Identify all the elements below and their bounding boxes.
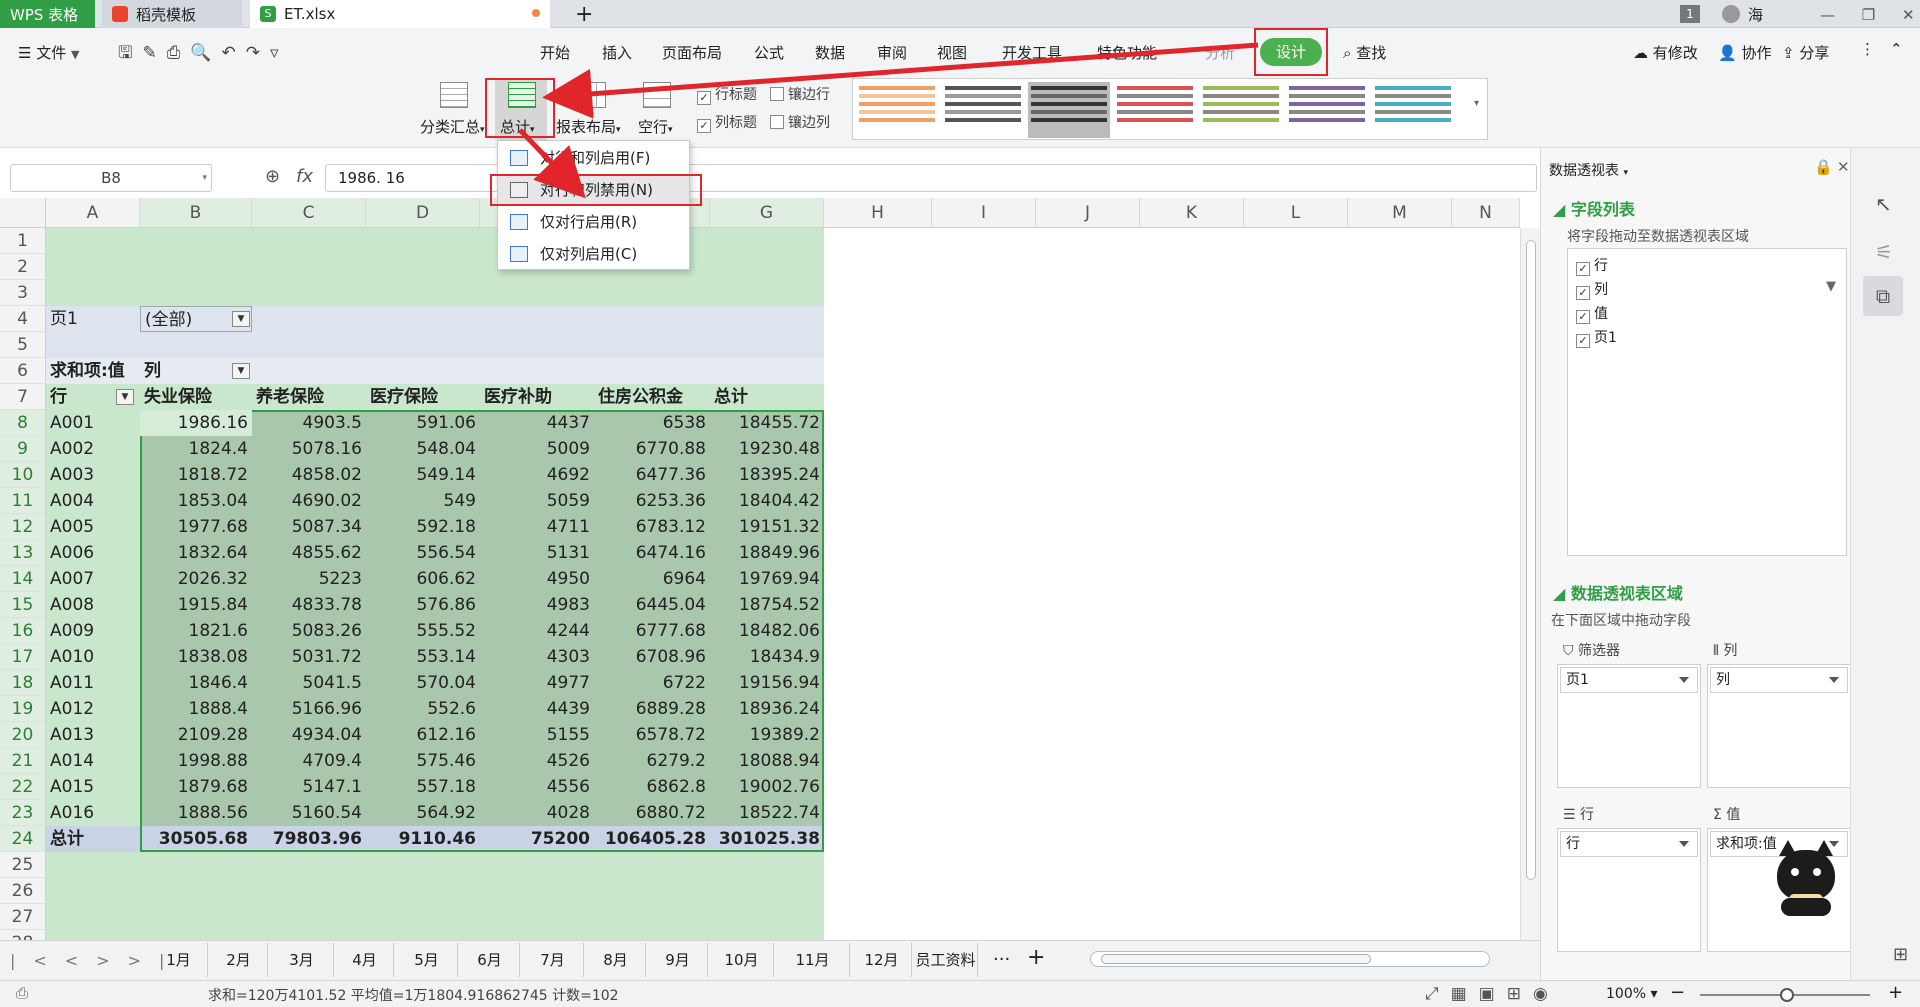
page-view-icon[interactable]: ▣ (1479, 984, 1507, 1004)
row-area-label: ☰ 行 (1563, 804, 1594, 824)
normal-view-icon[interactable]: ▦ (1451, 984, 1479, 1004)
sheet-tab[interactable]: 8月 (586, 943, 646, 977)
arrow-design-to-total (542, 42, 1259, 119)
field-item-row[interactable]: ✓ 行 (1576, 255, 1608, 276)
field-item-col[interactable]: ✓ 列 (1576, 279, 1608, 300)
mascot-cat[interactable] (1771, 836, 1841, 916)
field-name: 页1 (1594, 330, 1617, 346)
area-heading: ◢ 数据透视表区域 (1553, 584, 1683, 603)
field-name: 值 (1594, 306, 1608, 322)
filter-icon[interactable]: ▼ (1826, 279, 1836, 294)
field-name: 列 (1594, 282, 1608, 298)
sheet-tab[interactable]: 12月 (852, 943, 912, 977)
row-area-title: 行 (1580, 807, 1595, 823)
sheet-tab[interactable]: 9月 (648, 943, 708, 977)
status-summary: 求和=120万4101.52 平均值=1万1804.916862745 计数=1… (208, 988, 619, 1004)
field-list-label: 字段列表 (1570, 200, 1635, 219)
next-sheet-icon[interactable]: > (96, 951, 127, 970)
sheet-tab[interactable]: 4月 (336, 943, 394, 977)
sheet-tab-bar: |<<>>| 1月 2月 3月 4月 5月 6月 7月 8月 9月 10月 11月 12月 员工资料 ·… (0, 940, 1540, 980)
sheet-tab[interactable]: 1月 (150, 943, 208, 977)
panel-title-label: 数据透视表 (1549, 163, 1619, 179)
sheet-tab[interactable]: 5月 (396, 943, 458, 977)
panel-title[interactable]: 数据透视表 ▾ (1549, 160, 1628, 180)
rows-icon: ☰ (1563, 807, 1576, 823)
sheet-tab[interactable]: 11月 (776, 943, 850, 977)
first-sheet-icon[interactable]: |< (10, 951, 65, 970)
filter-area-label: ⛉ 筛选器 (1563, 640, 1620, 660)
col-area-field[interactable]: 列 (1710, 667, 1848, 693)
field-list-hint: 将字段拖动至数据透视表区域 (1567, 229, 1749, 245)
add-sheet-button[interactable]: + (1027, 945, 1045, 970)
pivot-field-panel: 数据透视表 ▾ 🔒 ✕ ◢ 字段列表 将字段拖动至数据透视表区域 ✓ 行 ✓ 列 ▼… (1540, 148, 1851, 980)
fullscreen-icon[interactable]: ⤢ (1425, 984, 1451, 1004)
eye-protection-icon[interactable]: ◉ (1533, 984, 1560, 1004)
sheet-tab[interactable]: 2月 (210, 943, 268, 977)
filter-area-title: 筛选器 (1577, 643, 1620, 659)
zoom-value: 100% (1606, 986, 1647, 1002)
sheet-tab[interactable]: 10月 (710, 943, 774, 977)
close-panel-icon[interactable]: ✕ (1837, 158, 1850, 176)
area-hint: 在下面区域中拖动字段 (1551, 613, 1691, 629)
sheet-tab[interactable]: 6月 (460, 943, 520, 977)
pivot-panel-toggle-icon[interactable]: ⧉ (1863, 276, 1903, 316)
arrow-total-to-menu (518, 128, 586, 199)
sheet-tab[interactable]: 员工资料 (914, 943, 978, 977)
row-area-box[interactable]: 行 (1557, 828, 1701, 952)
value-area-title: 值 (1726, 807, 1741, 823)
view-buttons: ⤢▦▣⊞◉ (1425, 984, 1560, 1004)
row-area-value: 行 (1566, 836, 1580, 852)
macro-icon[interactable]: ⎙ (16, 984, 28, 1002)
value-area-value: 求和项:值 (1716, 836, 1777, 852)
horizontal-scrollbar[interactable] (1090, 951, 1490, 967)
field-item-page1[interactable]: ✓ 页1 (1576, 327, 1617, 348)
filter-area-box[interactable]: 页1 (1557, 664, 1701, 788)
filter-area-field[interactable]: 页1 (1560, 667, 1698, 693)
checkbox-checked-icon: ✓ (1576, 262, 1590, 276)
filter-funnel-icon: ⛉ (1563, 643, 1574, 659)
zoom-out-icon[interactable]: − (1670, 982, 1685, 1003)
grid-apps-icon[interactable]: ⊞ (1893, 944, 1908, 965)
value-area-label: Σ 值 (1713, 804, 1740, 824)
columns-icon: ⫴ (1713, 643, 1719, 659)
zoom-slider-knob[interactable] (1780, 988, 1794, 1002)
field-name: 行 (1594, 258, 1608, 274)
right-sidebar: ↖ ⚟ ⧉ ⊞ (1850, 148, 1920, 980)
more-sheets-icon[interactable]: ··· (993, 949, 1010, 970)
checkbox-checked-icon: ✓ (1576, 286, 1590, 300)
zoom-in-icon[interactable]: + (1888, 982, 1903, 1003)
status-bar: ⎙ 求和=120万4101.52 平均值=1万1804.916862745 计数… (0, 980, 1920, 1007)
sheet-tab[interactable]: 7月 (522, 943, 584, 977)
chevron-down-icon: ▾ (1623, 168, 1628, 178)
select-cursor-icon[interactable]: ↖ (1875, 192, 1892, 216)
row-area-field[interactable]: 行 (1560, 831, 1698, 857)
checkbox-checked-icon: ✓ (1576, 310, 1590, 324)
settings-sliders-icon[interactable]: ⚟ (1875, 240, 1893, 264)
field-list-box: ✓ 行 ✓ 列 ▼ ✓ 值 ✓ 页1 (1567, 248, 1847, 556)
zoom-slider[interactable] (1700, 988, 1870, 1002)
col-area-value: 列 (1716, 672, 1730, 688)
col-area-box[interactable]: 列 (1707, 664, 1851, 788)
filter-area-value: 页1 (1566, 672, 1589, 688)
checkbox-checked-icon: ✓ (1576, 334, 1590, 348)
field-item-value[interactable]: ✓ 值 (1576, 303, 1608, 324)
field-list-heading: ◢ 字段列表 (1553, 200, 1635, 219)
layout-icon[interactable]: ⊞ (1507, 984, 1533, 1004)
area-title-label: 数据透视表区域 (1570, 584, 1683, 603)
col-area-title: 列 (1723, 643, 1738, 659)
sigma-icon: Σ (1713, 807, 1722, 823)
col-area-label: ⫴ 列 (1713, 640, 1737, 660)
prev-sheet-icon[interactable]: < (65, 951, 96, 970)
lock-icon[interactable]: 🔒 (1814, 158, 1833, 176)
sheet-tab[interactable]: 3月 (270, 943, 334, 977)
zoom-level[interactable]: 100% ▾ (1606, 986, 1658, 1002)
hscroll-thumb[interactable] (1101, 954, 1371, 964)
